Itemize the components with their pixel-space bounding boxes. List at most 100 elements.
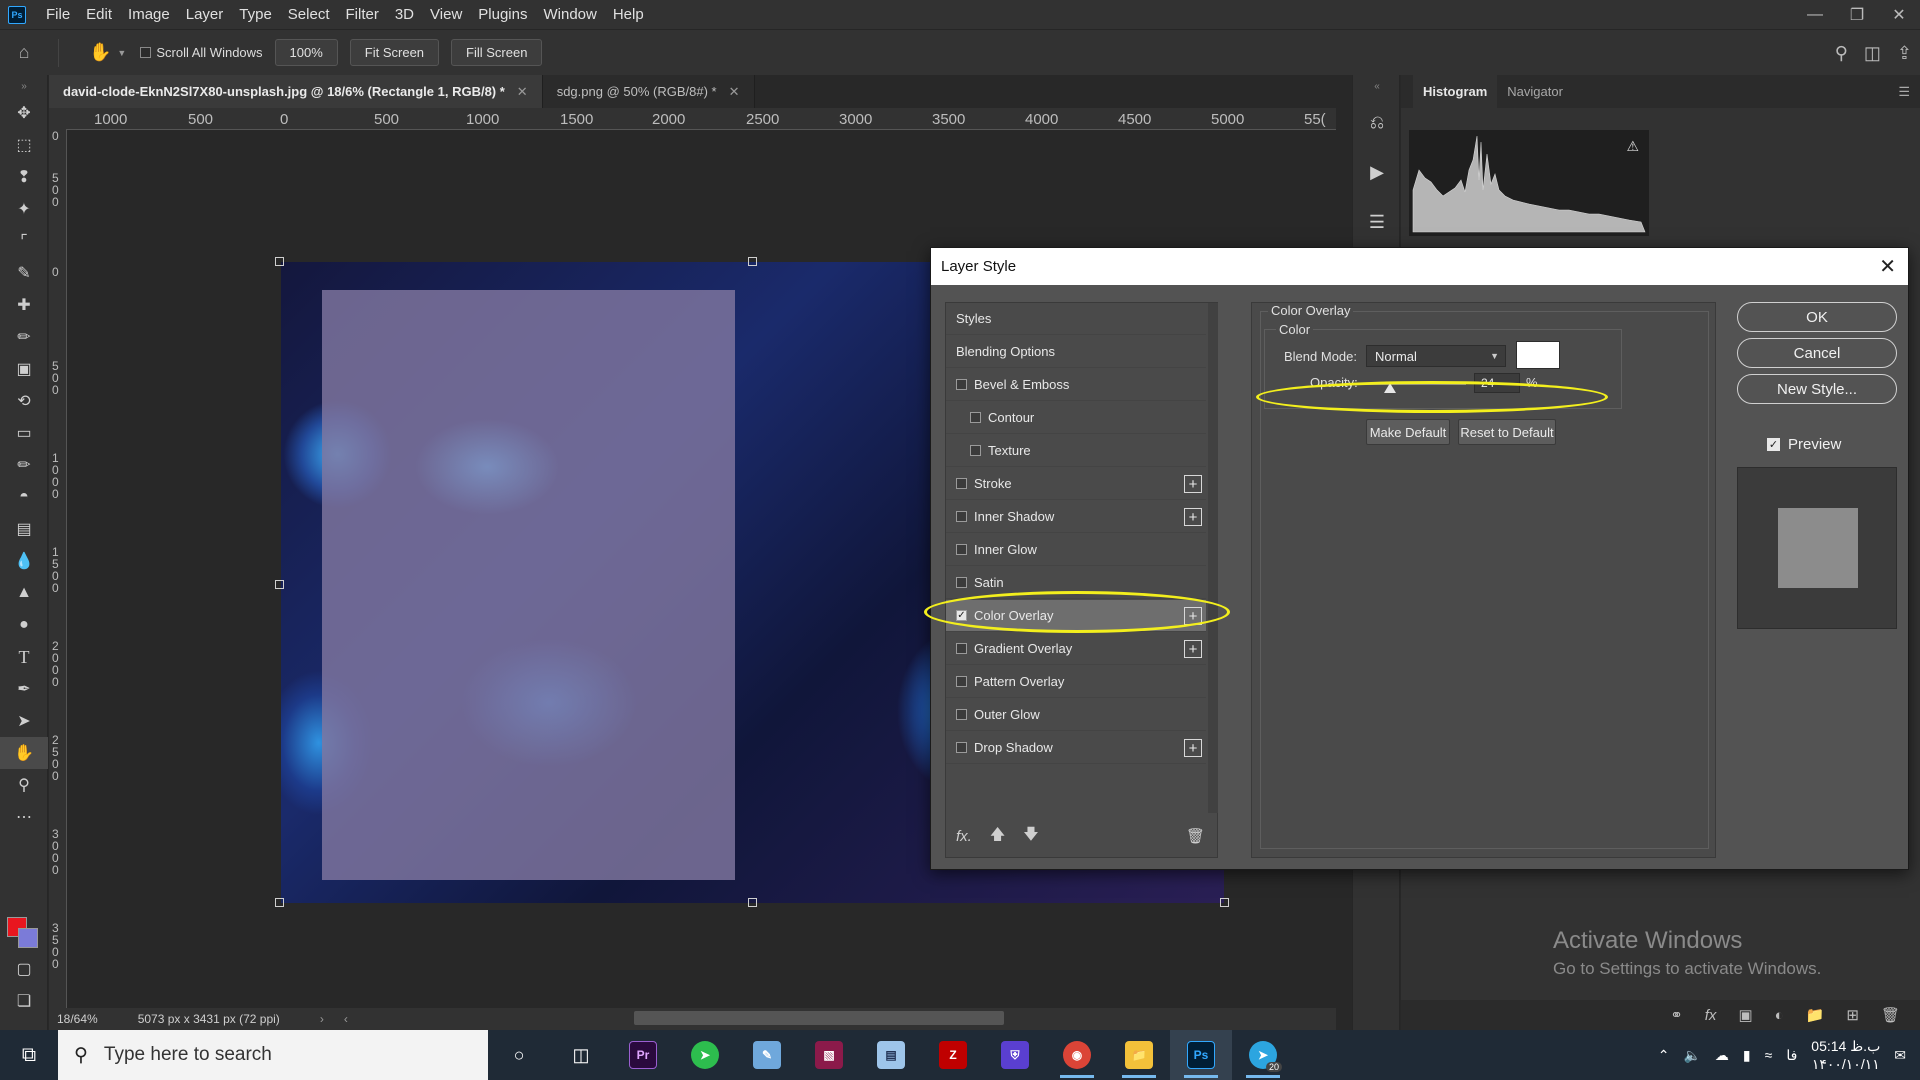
fit-screen-button[interactable]: Fit Screen	[349, 39, 440, 66]
photoshop-taskbar-icon[interactable]: Ps	[1170, 1030, 1232, 1080]
style-item-outer-glow[interactable]: Outer Glow	[946, 699, 1206, 731]
trash-icon[interactable]: 🗑	[1881, 1006, 1900, 1024]
new-layer-icon[interactable]: ⊞	[1846, 1006, 1859, 1024]
search-icon[interactable]: ⚲	[1835, 43, 1848, 64]
list-scrollbar[interactable]	[1208, 303, 1218, 813]
check-icon[interactable]: ✓	[1767, 438, 1780, 451]
warning-icon[interactable]: ⚠	[1626, 138, 1639, 155]
file-explorer-icon[interactable]: 📁	[1108, 1030, 1170, 1080]
close-icon[interactable]: ✕	[1879, 254, 1896, 279]
task-view-icon[interactable]: ◫	[550, 1030, 612, 1080]
style-checkbox[interactable]	[970, 445, 981, 456]
add-style-icon[interactable]: +	[1184, 508, 1202, 526]
adjustments-icon[interactable]: ☰	[1353, 197, 1401, 247]
lasso-tool-icon[interactable]: ❢	[0, 161, 48, 193]
style-checkbox[interactable]	[956, 742, 967, 753]
tab-document-1[interactable]: david-clode-EknN2Sl7X80-unsplash.jpg @ 1…	[49, 75, 543, 108]
adjustment-layer-icon[interactable]: ◐	[1775, 1007, 1784, 1024]
restore-icon[interactable]: ❐	[1836, 0, 1878, 29]
chevron-right-icon[interactable]: ›	[320, 1012, 324, 1026]
menu-3d[interactable]: 3D	[387, 0, 422, 29]
volume-icon[interactable]: 🔈	[1683, 1047, 1700, 1064]
menu-window[interactable]: Window	[535, 0, 604, 29]
trash-icon[interactable]: 🗑	[1186, 827, 1205, 845]
language-indicator[interactable]: فا	[1786, 1047, 1797, 1064]
onedrive-icon[interactable]: ☁	[1715, 1047, 1729, 1064]
expand-panel-icon[interactable]: »	[0, 75, 48, 97]
home-icon[interactable]: ⌂	[0, 42, 48, 63]
opacity-input[interactable]: 24	[1474, 373, 1520, 393]
premiere-icon[interactable]: Pr	[612, 1030, 674, 1080]
transform-handle[interactable]	[1220, 898, 1229, 907]
checkbox-box[interactable]	[140, 47, 152, 58]
background-color-swatch[interactable]	[18, 928, 38, 948]
blend-mode-select[interactable]: Normal ▼	[1366, 345, 1506, 367]
pen-tool-icon[interactable]: ✒	[0, 673, 48, 705]
rectangle-layer[interactable]	[322, 290, 735, 880]
actions-play-icon[interactable]: ▶	[1353, 147, 1401, 197]
panel-menu-icon[interactable]: ☰	[1898, 84, 1910, 100]
style-checkbox[interactable]	[956, 643, 967, 654]
mask-icon[interactable]: ▣	[1738, 1006, 1752, 1024]
style-checkbox[interactable]	[956, 577, 967, 588]
menu-plugins[interactable]: Plugins	[470, 0, 535, 29]
new-style-button[interactable]: New Style...	[1737, 374, 1897, 404]
make-default-button[interactable]: Make Default	[1366, 419, 1450, 445]
add-style-icon[interactable]: +	[1184, 475, 1202, 493]
blending-options-item[interactable]: Blending Options	[946, 336, 1206, 368]
overlay-color-swatch[interactable]	[1516, 341, 1560, 369]
style-item-drop-shadow[interactable]: Drop Shadow +	[946, 732, 1206, 764]
ok-button[interactable]: OK	[1737, 302, 1897, 332]
history-brush-icon[interactable]: ⟲	[0, 385, 48, 417]
transform-handle[interactable]	[275, 257, 284, 266]
style-checkbox[interactable]	[970, 412, 981, 423]
zoom-tool-icon[interactable]: ⚲	[0, 769, 48, 801]
eyedropper-tool-icon[interactable]: ✎	[0, 257, 48, 289]
chrome-icon[interactable]: ◉	[1046, 1030, 1108, 1080]
collapse-icon[interactable]: «	[1353, 75, 1401, 97]
tab-navigator[interactable]: Navigator	[1497, 75, 1573, 108]
hand-tool-icon[interactable]: ✋	[0, 737, 48, 769]
cortana-icon[interactable]: ○	[488, 1030, 550, 1080]
move-down-icon[interactable]: 🡇	[1023, 824, 1038, 849]
menu-layer[interactable]: Layer	[178, 0, 232, 29]
paint-bucket-icon[interactable]: ◓	[0, 481, 48, 513]
menu-file[interactable]: File	[38, 0, 78, 29]
tab-document-2[interactable]: sdg.png @ 50% (RGB/8#) * ✕	[542, 75, 755, 108]
history-icon[interactable]: ⎌	[1353, 97, 1401, 147]
preview-checkbox[interactable]: ✓ Preview	[1767, 436, 1841, 453]
style-checkbox[interactable]	[956, 544, 967, 555]
style-item-bevel-emboss[interactable]: Bevel & Emboss	[946, 369, 1206, 401]
path-select-icon[interactable]: ➤	[0, 705, 48, 737]
menu-edit[interactable]: Edit	[78, 0, 120, 29]
clock[interactable]: 05:14 ب.ظ ۱۴۰۰/۱۰/۱۱	[1811, 1037, 1880, 1073]
style-checkbox[interactable]	[956, 676, 967, 687]
workspace-icon[interactable]: ◫	[1864, 43, 1881, 64]
taskbar-search[interactable]: ⚲ Type here to search	[58, 1030, 488, 1080]
filezilla-icon[interactable]: Z	[922, 1030, 984, 1080]
style-item-color-overlay[interactable]: ✓ Color Overlay +	[946, 600, 1206, 632]
style-item-contour[interactable]: Contour	[946, 402, 1206, 434]
close-icon[interactable]: ✕	[517, 84, 528, 100]
zoom-level-field[interactable]: 100%	[274, 39, 338, 66]
zoom-readout[interactable]: 18/64%	[57, 1012, 98, 1026]
transform-handle[interactable]	[275, 898, 284, 907]
mixer-brush-icon[interactable]: ✏	[0, 449, 48, 481]
type-tool-icon[interactable]: T	[0, 641, 48, 673]
menu-help[interactable]: Help	[605, 0, 652, 29]
menu-select[interactable]: Select	[280, 0, 338, 29]
style-item-satin[interactable]: Satin	[946, 567, 1206, 599]
opacity-slider-track[interactable]	[1366, 383, 1466, 385]
move-up-icon[interactable]: 🡅	[990, 824, 1005, 849]
style-item-gradient-overlay[interactable]: Gradient Overlay +	[946, 633, 1206, 665]
style-item-inner-glow[interactable]: Inner Glow	[946, 534, 1206, 566]
minimize-icon[interactable]: —	[1794, 0, 1836, 29]
quick-select-tool-icon[interactable]: ✦	[0, 193, 48, 225]
chevron-left-icon[interactable]: ‹	[344, 1012, 348, 1026]
opacity-slider-thumb[interactable]	[1384, 383, 1396, 393]
style-item-texture[interactable]: Texture	[946, 435, 1206, 467]
menu-type[interactable]: Type	[231, 0, 280, 29]
close-icon[interactable]: ✕	[1878, 0, 1920, 29]
paint-icon[interactable]: ✎	[736, 1030, 798, 1080]
transform-handle[interactable]	[275, 580, 284, 589]
